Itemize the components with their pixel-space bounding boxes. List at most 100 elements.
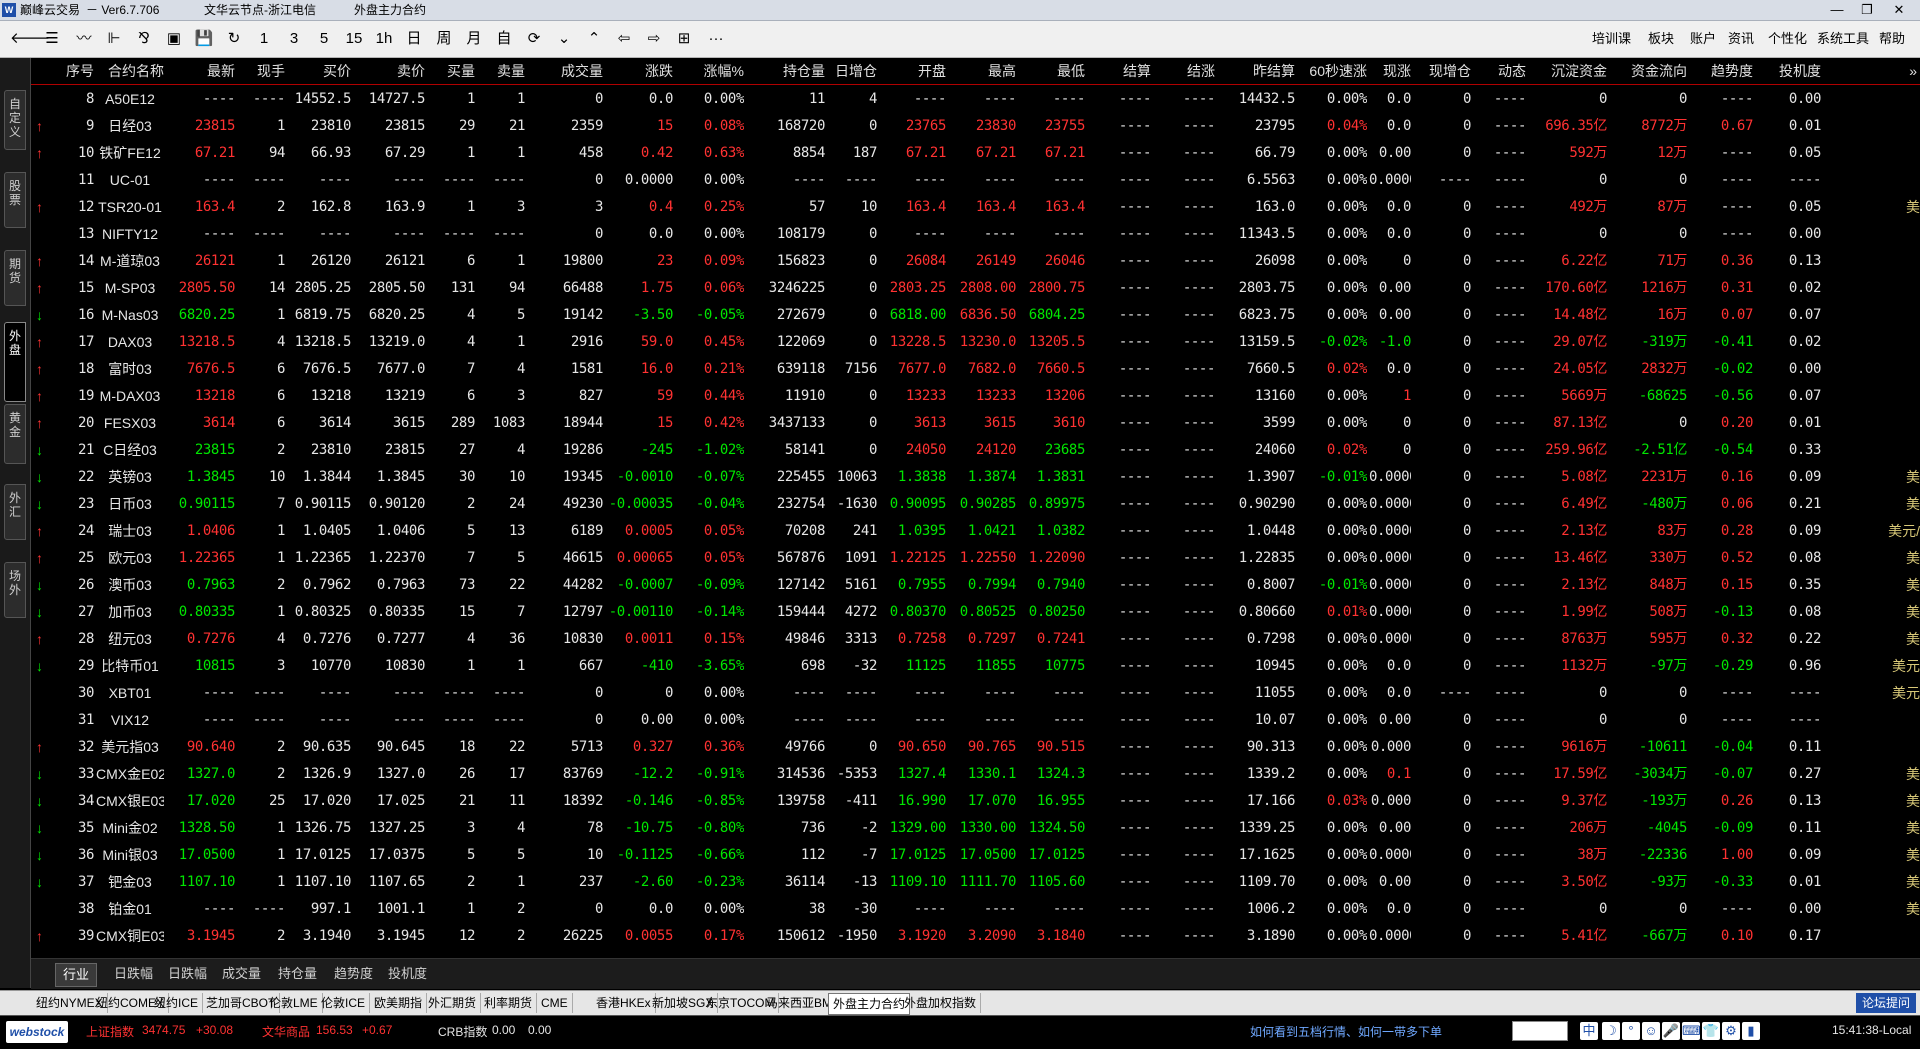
tray-1-icon[interactable]: ☽ <box>1602 1022 1620 1040</box>
table-row[interactable]: ↓ 29 比特币01 10815 3 10770 10830 1 1 667 -410 -3.65% 6… <box>31 653 1920 680</box>
table-row[interactable]: ↓ 21 C日经03 23815 2 23810 23815 27 4 19286 -245 -1.0… <box>31 437 1920 464</box>
toolbar-tool-15-icon[interactable]: 月 <box>462 28 486 50</box>
market-tab-9[interactable]: CME <box>537 993 573 1013</box>
column-header-2[interactable]: 最新 <box>168 58 235 84</box>
table-row[interactable]: ↓ 16 M-Nas03 6820.25 1 6819.75 6820.25 4 5 19142 -… <box>31 302 1920 329</box>
toolbar-tool-22-icon[interactable]: ⊞ <box>672 28 696 50</box>
tray-4-icon[interactable]: 🎤 <box>1662 1022 1680 1040</box>
toolbar-tool-2-icon[interactable]: 〰 <box>72 28 96 50</box>
toolbar-tool-11-icon[interactable]: 15 <box>342 28 366 50</box>
tray-2-icon[interactable]: ° <box>1622 1022 1640 1040</box>
market-tab-15[interactable]: 外盘加权指数 <box>900 993 982 1013</box>
column-header-4[interactable]: 买价 <box>289 58 351 84</box>
table-row[interactable]: ↑ 18 富时03 7676.5 6 7676.5 7677.0 7 4 1581 16.0 0.21… <box>31 356 1920 383</box>
menu-item-6[interactable]: 帮助 <box>1879 30 1905 48</box>
toolbar-tool-6-icon[interactable]: 💾 <box>192 28 216 50</box>
quick-code-input[interactable] <box>1512 1021 1568 1041</box>
tray-5-icon[interactable]: ⌨ <box>1682 1022 1701 1040</box>
minimize-icon[interactable]: — <box>1822 0 1852 20</box>
table-row[interactable]: ↑ 15 M-SP03 2805.50 14 2805.25 2805.50 131 94 664… <box>31 275 1920 302</box>
view-tab-0[interactable]: 行业 <box>55 963 98 987</box>
table-row[interactable]: ↓ 23 日币03 0.90115 7 0.90115 0.90120 2 24 49230 -0.… <box>31 491 1920 518</box>
market-tab-8[interactable]: 利率期货 <box>480 993 538 1013</box>
toolbar-tool-4-icon[interactable]: ⅋ <box>132 28 156 50</box>
left-tab-3[interactable]: 外盘 <box>4 322 26 402</box>
table-row[interactable]: ↑ 9 日经03 23815 1 23810 23815 29 21 2359 15 0.08% 168… <box>31 113 1920 140</box>
table-row[interactable]: ↑ 19 M-DAX03 13218 6 13218 13219 6 3 827 59 0.44% 11… <box>31 383 1920 410</box>
close-icon[interactable]: ✕ <box>1884 0 1914 20</box>
toolbar-tool-13-icon[interactable]: 日 <box>402 28 426 50</box>
view-tab-5[interactable]: 趋势度 <box>327 963 380 985</box>
market-tab-4[interactable]: 伦敦LME <box>265 993 323 1013</box>
toolbar-tool-18-icon[interactable]: ⌄ <box>552 28 576 50</box>
market-tab-7[interactable]: 外汇期货 <box>424 993 482 1013</box>
menu-item-4[interactable]: 个性化 <box>1768 30 1807 48</box>
table-row[interactable]: 31 VIX12 ---- ---- ---- ---- ---- ---- 0 0.00 0.00… <box>31 707 1920 734</box>
table-row[interactable]: ↑ 17 DAX03 13218.5 4 13218.5 13219.0 4 1 2916 59.0… <box>31 329 1920 356</box>
view-tab-1[interactable]: 日跌幅 <box>107 963 160 985</box>
menu-item-0[interactable]: 培训课 <box>1592 30 1631 48</box>
toolbar-tool-21-icon[interactable]: ⇨ <box>642 28 666 50</box>
toolbar-tool-19-icon[interactable]: ⌃ <box>582 28 606 50</box>
column-header-15[interactable]: 最低 <box>1020 58 1085 84</box>
column-header-5[interactable]: 卖价 <box>355 58 425 84</box>
market-tab-5[interactable]: 伦敦ICE <box>317 993 371 1013</box>
tray-7-icon[interactable]: ⚙ <box>1722 1022 1740 1040</box>
toolbar-tool-5-icon[interactable]: ▣ <box>162 28 186 50</box>
tray-0-icon[interactable]: 中 <box>1580 1022 1598 1040</box>
column-header-11[interactable]: 持仓量 <box>748 58 825 84</box>
menu-item-2[interactable]: 账户 <box>1690 30 1716 48</box>
view-tab-3[interactable]: 成交量 <box>215 963 268 985</box>
forum-question-button[interactable]: 论坛提问 <box>1855 993 1916 1013</box>
table-row[interactable]: ↓ 33 CMX金E02 1327.0 2 1326.9 1327.0 26 17 83769 -1… <box>31 761 1920 788</box>
table-row[interactable]: ↑ 14 M-道琼03 26121 1 26120 26121 6 1 19800 23 0.09% 1… <box>31 248 1920 275</box>
table-row[interactable]: ↓ 27 加币03 0.80335 1 0.80325 0.80335 15 7 12797 -0.… <box>31 599 1920 626</box>
table-row[interactable]: ↓ 22 英镑03 1.3845 10 1.3844 1.3845 30 10 19345 -0.0… <box>31 464 1920 491</box>
more-columns-icon[interactable]: » <box>1897 58 1917 84</box>
column-header-20[interactable]: 现涨 <box>1371 58 1411 84</box>
column-header-7[interactable]: 卖量 <box>479 58 525 84</box>
tray-6-icon[interactable]: 👕 <box>1702 1022 1720 1040</box>
column-header-24[interactable]: 资金流向 <box>1611 58 1687 84</box>
table-row[interactable]: ↑ 25 欧元03 1.22365 1 1.22365 1.22370 7 5 46615 0.00… <box>31 545 1920 572</box>
tray-8-icon[interactable]: ▮ <box>1742 1022 1760 1040</box>
table-row[interactable]: ↓ 36 Mini银03 17.0500 1 17.0125 17.0375 5 5 10 -0.1… <box>31 842 1920 869</box>
column-header-21[interactable]: 现增仓 <box>1415 58 1471 84</box>
toolbar-tool-20-icon[interactable]: ⇦ <box>612 28 636 50</box>
column-header-25[interactable]: 趋势度 <box>1691 58 1753 84</box>
left-tab-6[interactable]: 场外 <box>4 562 26 618</box>
table-row[interactable]: ↓ 34 CMX银E03 17.020 25 17.020 17.025 21 11 18392 -… <box>31 788 1920 815</box>
toolbar-tool-16-icon[interactable]: 自 <box>492 28 516 50</box>
toolbar-tool-0-icon[interactable]: 🡐 <box>10 28 50 50</box>
table-row[interactable]: 38 铂金01 ---- ---- 997.1 1001.1 1 2 0 0.0 0.00% 38 -3… <box>31 896 1920 923</box>
table-row[interactable]: 30 XBT01 ---- ---- ---- ---- ---- ---- 0 0 0.00% --… <box>31 680 1920 707</box>
column-header-0[interactable]: 序号 <box>31 58 94 84</box>
column-header-10[interactable]: 涨幅% <box>677 58 744 84</box>
left-tab-1[interactable]: 股票 <box>4 172 26 228</box>
menu-item-3[interactable]: 资讯 <box>1728 30 1754 48</box>
market-tab-2[interactable]: 纽约ICE <box>150 993 204 1013</box>
column-header-18[interactable]: 昨结算 <box>1219 58 1295 84</box>
table-row[interactable]: ↑ 32 美元指03 90.640 2 90.635 90.645 18 22 5713 0.327… <box>31 734 1920 761</box>
view-tab-6[interactable]: 投机度 <box>381 963 434 985</box>
table-row[interactable]: 8 A50E12 ---- ---- 14552.5 14727.5 1 1 0 0.0 0.00%… <box>31 86 1920 113</box>
tray-3-icon[interactable]: ☺ <box>1642 1022 1660 1040</box>
table-row[interactable]: ↑ 20 FESX03 3614 6 3614 3615 289 1083 18944 15 0.42… <box>31 410 1920 437</box>
table-row[interactable]: 11 UC-01 ---- ---- ---- ---- ---- ---- 0 0.0000 0.… <box>31 167 1920 194</box>
toolbar-tool-7-icon[interactable]: ↻ <box>222 28 246 50</box>
toolbar-tool-17-icon[interactable]: ⟳ <box>522 28 546 50</box>
market-tab-10[interactable]: 香港HKEx <box>592 993 656 1013</box>
menu-item-1[interactable]: 板块 <box>1648 30 1674 48</box>
table-row[interactable]: ↑ 28 纽元03 0.7276 4 0.7276 0.7277 4 36 10830 0.0011… <box>31 626 1920 653</box>
toolbar-tool-10-icon[interactable]: 5 <box>312 28 336 50</box>
table-row[interactable]: ↓ 35 Mini金02 1328.50 1 1326.75 1327.25 3 4 78 -10.… <box>31 815 1920 842</box>
toolbar-tool-9-icon[interactable]: 3 <box>282 28 306 50</box>
toolbar-tool-23-icon[interactable]: ··· <box>704 28 728 50</box>
toolbar-tool-1-icon[interactable]: ☰ <box>40 28 64 50</box>
restore-icon[interactable]: ❐ <box>1852 0 1882 20</box>
table-row[interactable]: ↑ 10 铁矿FE12 67.21 94 66.93 67.29 1 1 458 0.42 0.63%… <box>31 140 1920 167</box>
column-header-23[interactable]: 沉淀资金 <box>1530 58 1607 84</box>
left-tab-4[interactable]: 黄金 <box>4 404 26 464</box>
table-row[interactable]: 13 NIFTY12 ---- ---- ---- ---- ---- ---- 0 0.0 0.0… <box>31 221 1920 248</box>
table-row[interactable]: ↑ 24 瑞士03 1.0406 1 1.0405 1.0406 5 13 6189 0.0005 0… <box>31 518 1920 545</box>
